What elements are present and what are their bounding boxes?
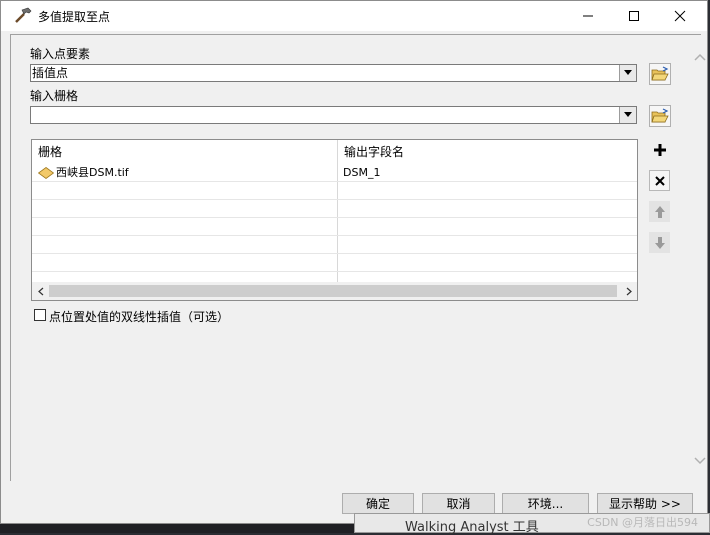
arrow-down-icon	[654, 236, 665, 249]
title-bar[interactable]: 多值提取至点	[1, 1, 707, 31]
table-row[interactable]: 西峡县DSM.tif DSM_1	[32, 164, 637, 182]
input-rasters-dropdown-button[interactable]	[619, 107, 636, 123]
column-header-raster[interactable]: 栅格	[32, 140, 337, 164]
open-folder-icon	[651, 108, 669, 123]
table-row-empty[interactable]	[32, 218, 637, 236]
maximize-button[interactable]	[611, 1, 657, 31]
browse-points-button[interactable]	[649, 63, 671, 85]
column-header-output-field[interactable]: 输出字段名	[337, 140, 637, 164]
raster-name: 西峡县DSM.tif	[56, 166, 129, 179]
scroll-left-button[interactable]	[32, 282, 49, 300]
minimize-button[interactable]	[565, 1, 611, 31]
window-title: 多值提取至点	[38, 9, 111, 24]
background-window-title: Walking Analyst 工具	[405, 520, 539, 535]
show-help-button[interactable]: 显示帮助 >>	[597, 493, 693, 514]
chevron-down-icon	[694, 457, 706, 465]
raster-table: 栅格 输出字段名 西峡县DSM.tif DSM_1	[31, 139, 638, 301]
move-up-button[interactable]	[649, 201, 670, 222]
open-folder-icon	[651, 66, 669, 81]
scroll-down-button[interactable]	[691, 453, 709, 469]
arrow-up-icon	[654, 205, 665, 218]
chevron-right-icon	[626, 287, 632, 295]
input-rasters-combobox[interactable]	[30, 106, 637, 124]
form-panel: 输入点要素 插值点 输入栅格 栅格 输出字段名 西峡县DSM.tif DSM_1…	[10, 34, 706, 481]
close-icon	[674, 10, 686, 22]
scroll-thumb[interactable]	[49, 285, 617, 297]
delete-x-icon	[654, 175, 665, 186]
chevron-up-icon	[694, 53, 706, 61]
move-down-button[interactable]	[649, 232, 670, 253]
chevron-left-icon	[37, 287, 43, 295]
input-points-dropdown-button[interactable]	[619, 65, 636, 81]
table-horizontal-scrollbar[interactable]	[32, 282, 637, 300]
chevron-down-icon	[624, 112, 632, 117]
scroll-right-button[interactable]	[620, 282, 637, 300]
raster-layer-icon	[38, 166, 54, 179]
minimize-icon	[583, 15, 593, 17]
input-points-label: 输入点要素	[30, 47, 91, 61]
close-button[interactable]	[657, 1, 703, 31]
bilinear-label[interactable]: 点位置处值的双线性插值（可选）	[49, 308, 229, 325]
table-row-empty[interactable]	[32, 236, 637, 254]
chevron-down-icon	[624, 70, 632, 75]
input-points-combobox[interactable]: 插值点	[30, 64, 637, 82]
plus-icon	[653, 143, 666, 156]
add-raster-button[interactable]	[649, 139, 670, 160]
maximize-icon	[629, 11, 639, 21]
browse-rasters-button[interactable]	[649, 105, 671, 127]
table-row-empty[interactable]	[32, 254, 637, 272]
ok-button[interactable]: 确定	[342, 493, 414, 514]
hammer-icon	[15, 7, 32, 23]
output-field-cell[interactable]: DSM_1	[343, 164, 633, 181]
watermark: CSDN @月落日出594	[587, 516, 698, 529]
bilinear-checkbox[interactable]	[34, 309, 46, 321]
cancel-button[interactable]: 取消	[422, 493, 495, 514]
environments-button[interactable]: 环境...	[502, 493, 589, 514]
remove-raster-button[interactable]	[649, 170, 670, 191]
table-row-empty[interactable]	[32, 182, 637, 200]
input-rasters-label: 输入栅格	[30, 89, 79, 103]
raster-cell[interactable]: 西峡县DSM.tif	[38, 164, 334, 181]
scroll-up-button[interactable]	[691, 49, 709, 65]
input-points-value: 插值点	[32, 66, 69, 80]
dialog-window: 多值提取至点 输入点要素 插值点 输入栅格 栅格 输出字段名 西峡县DSM.ti…	[0, 0, 708, 524]
table-row-empty[interactable]	[32, 200, 637, 218]
